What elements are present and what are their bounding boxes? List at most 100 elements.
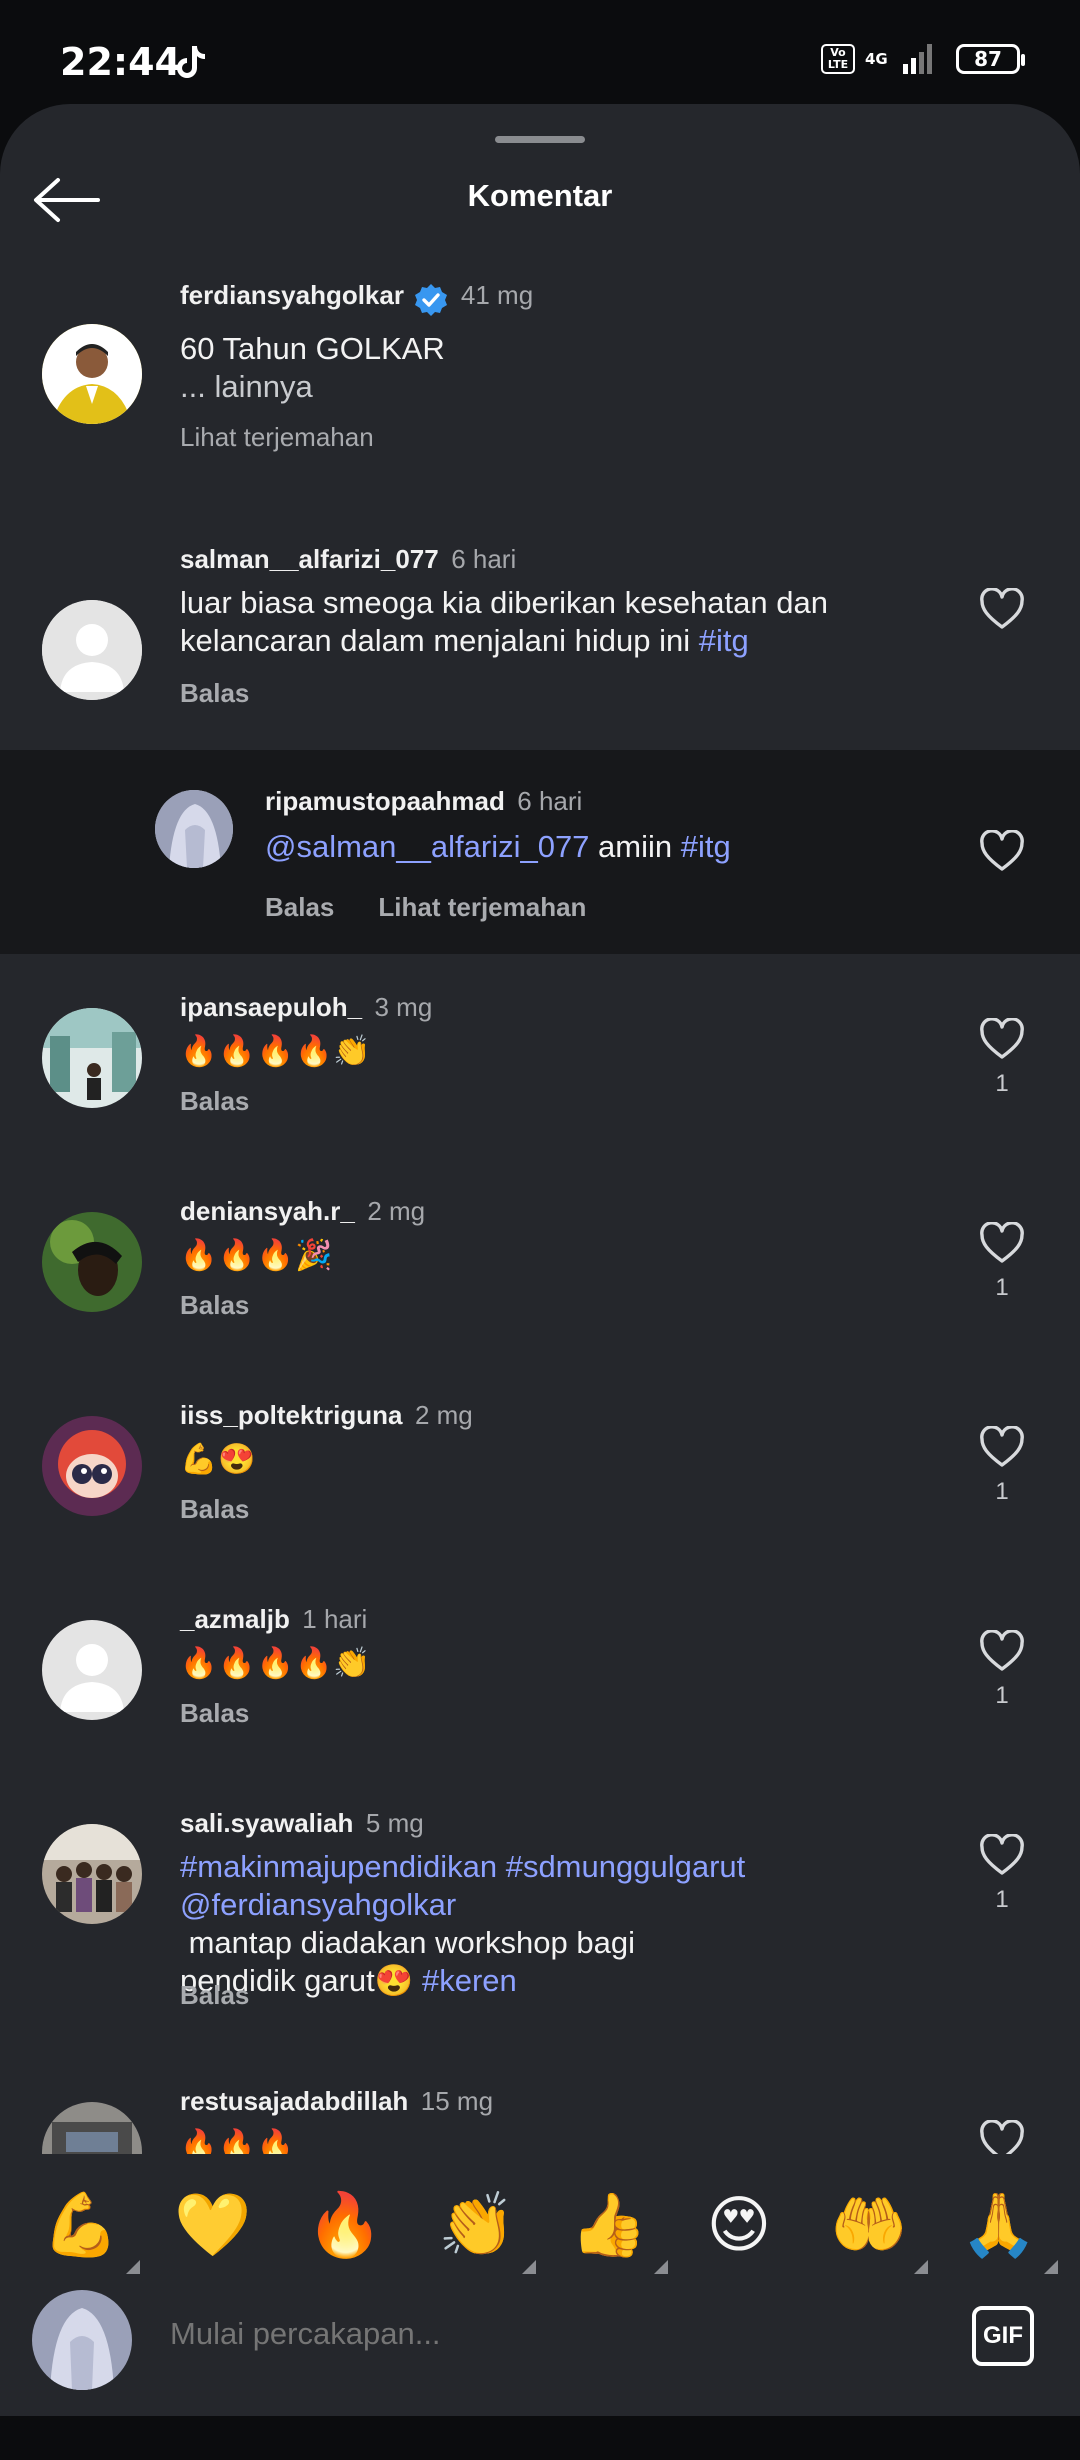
current-user-avatar	[32, 2290, 132, 2390]
mention-link[interactable]: @ferdiansyahgolkar	[180, 1887, 456, 1922]
avatar-image	[155, 790, 233, 868]
heart-outline-icon	[980, 1426, 1024, 1467]
comment-item: ipansaepuloh_ 3 mg 🔥🔥🔥🔥👏 Balas 1	[0, 992, 1080, 1142]
comment-input[interactable]	[170, 2316, 870, 2352]
comment-text: #makinmajupendidikan #sdmunggulgarut @fe…	[180, 1848, 880, 2000]
like-button[interactable]: 1	[972, 1426, 1032, 1506]
emoji-glyph: 😍	[706, 2188, 772, 2261]
avatar[interactable]	[42, 1008, 142, 1108]
avatar-image	[42, 1008, 142, 1108]
default-avatar-icon	[42, 1620, 142, 1720]
avatar[interactable]	[42, 2102, 142, 2154]
emoji-button-fire[interactable]: 🔥	[300, 2180, 390, 2270]
reply-button[interactable]: Balas	[180, 1980, 249, 2010]
avatar[interactable]	[42, 324, 142, 424]
avatar[interactable]	[155, 790, 233, 868]
comment-line: pendidik garut😍 #keren	[180, 1962, 880, 2000]
hashtag-links[interactable]: #makinmajupendidikan #sdmunggulgarut	[180, 1848, 880, 1886]
translate-button[interactable]: Lihat terjemahan	[378, 892, 586, 922]
avatar-image	[42, 1212, 142, 1312]
gif-button[interactable]: GIF	[972, 2306, 1034, 2366]
caption-line: 60 Tahun GOLKAR	[180, 331, 445, 366]
username[interactable]: _azmaljb	[180, 1604, 290, 1634]
signal-icon	[903, 44, 932, 74]
reply-button[interactable]: Balas	[180, 1086, 249, 1116]
hashtag-link[interactable]: #itg	[681, 829, 731, 864]
like-button[interactable]: 1	[972, 1630, 1032, 1710]
reply-button[interactable]: Balas	[180, 1494, 249, 1524]
emoji-button-pray[interactable]: 🙏	[954, 2180, 1058, 2274]
like-button[interactable]	[972, 2120, 1032, 2154]
comment-text: 💪😍	[180, 1440, 880, 1479]
like-count: 1	[995, 1682, 1009, 1709]
username[interactable]: ripamustopaahmad	[265, 786, 505, 816]
avatar[interactable]	[42, 600, 142, 700]
heart-outline-icon	[980, 1222, 1024, 1263]
like-count: 1	[995, 1274, 1009, 1301]
more-link[interactable]: ... lainnya	[180, 368, 880, 406]
comment-actions: Balas	[180, 1086, 249, 1117]
like-count: 1	[995, 1478, 1009, 1505]
comment-actions: Balas	[180, 678, 249, 709]
avatar-image	[42, 1416, 142, 1516]
comment-actions: Balas	[180, 1698, 249, 1729]
comment-text-part: kelancaran dalam menjalani hidup ini	[180, 623, 691, 658]
comment-item: sali.syawaliah 5 mg #makinmajupendidikan…	[0, 1808, 1080, 2028]
hashtag-link[interactable]: #keren	[422, 1963, 517, 1998]
reply-button[interactable]: Balas	[265, 892, 334, 922]
like-button[interactable]	[972, 588, 1032, 630]
avatar[interactable]	[42, 1824, 142, 1924]
drag-handle[interactable]	[495, 136, 585, 143]
emoji-button-muscle[interactable]: 💪	[36, 2180, 140, 2274]
avatar[interactable]	[42, 1620, 142, 1720]
comment-actions: Balas	[180, 1980, 249, 2011]
username[interactable]: sali.syawaliah	[180, 1808, 353, 1838]
username[interactable]: iiss_poltektriguna	[180, 1400, 403, 1430]
comment-emojis: 🔥🔥🔥🔥👏	[180, 1035, 372, 1068]
comment-actions: Balas	[180, 1290, 249, 1321]
comment-text: luar biasa smeoga kia diberikan kesehata…	[180, 584, 880, 660]
comment-input-bar: GIF	[0, 2280, 1080, 2416]
heart-outline-icon	[980, 2120, 1024, 2154]
comments-sheet: Komentar ferdiansyahgolkar 41 mg 60 Tahu…	[0, 104, 1080, 2416]
emoji-quick-bar: 💪 💛 🔥 👏 👍 😍 🤲 🙏	[0, 2160, 1080, 2280]
comment-actions: Balas Lihat terjemahan	[265, 892, 586, 923]
like-button[interactable]: 1	[972, 1834, 1032, 1914]
default-avatar-icon	[42, 600, 142, 700]
like-button[interactable]: 1	[972, 1222, 1032, 1302]
comment-header: salman__alfarizi_077 6 hari	[180, 544, 516, 575]
comment-line: kelancaran dalam menjalani hidup ini #it…	[180, 622, 880, 660]
avatar[interactable]	[42, 1212, 142, 1312]
emoji-button-palms-up[interactable]: 🤲	[824, 2180, 928, 2274]
like-button[interactable]	[972, 830, 1032, 872]
username[interactable]: deniansyah.r_	[180, 1196, 355, 1226]
reply-button[interactable]: Balas	[180, 1698, 249, 1728]
like-count: 1	[995, 1886, 1009, 1913]
username[interactable]: salman__alfarizi_077	[180, 544, 439, 574]
emoji-button-thumbs-up[interactable]: 👍	[564, 2180, 668, 2274]
emoji-glyph: 👍	[570, 2188, 648, 2261]
reply-button[interactable]: Balas	[180, 1290, 249, 1320]
comment-time: 41 mg	[460, 280, 534, 310]
comment-line: luar biasa smeoga kia diberikan kesehata…	[180, 585, 828, 620]
status-icons: Vo LTE 4G 87	[821, 44, 1025, 74]
username[interactable]: ferdiansyahgolkar	[180, 280, 404, 310]
hashtag-link[interactable]: #itg	[699, 623, 749, 658]
comment-list[interactable]: ferdiansyahgolkar 41 mg 60 Tahun GOLKAR …	[0, 254, 1080, 2154]
username[interactable]: restusajadabdillah	[180, 2086, 408, 2116]
avatar[interactable]	[42, 1416, 142, 1516]
comment-actions: Lihat terjemahan	[180, 422, 374, 453]
emoji-button-clap[interactable]: 👏	[432, 2180, 536, 2274]
comment-time: 15 mg	[420, 2086, 494, 2116]
comment-emojis: 💪😍	[180, 1443, 257, 1476]
username[interactable]: ipansaepuloh_	[180, 992, 362, 1022]
mention-link[interactable]: @salman__alfarizi_077	[265, 829, 589, 864]
tiktok-icon	[177, 46, 205, 78]
emoji-button-heart-eyes[interactable]: 😍	[694, 2180, 784, 2270]
reply-button[interactable]: Balas	[180, 678, 249, 708]
like-button[interactable]: 1	[972, 1018, 1032, 1098]
heart-outline-icon	[980, 1834, 1024, 1875]
emoji-button-heart[interactable]: 💛	[168, 2180, 258, 2270]
comment-emojis: 🔥🔥🔥🎉	[180, 1239, 334, 1272]
translate-button[interactable]: Lihat terjemahan	[180, 422, 374, 452]
